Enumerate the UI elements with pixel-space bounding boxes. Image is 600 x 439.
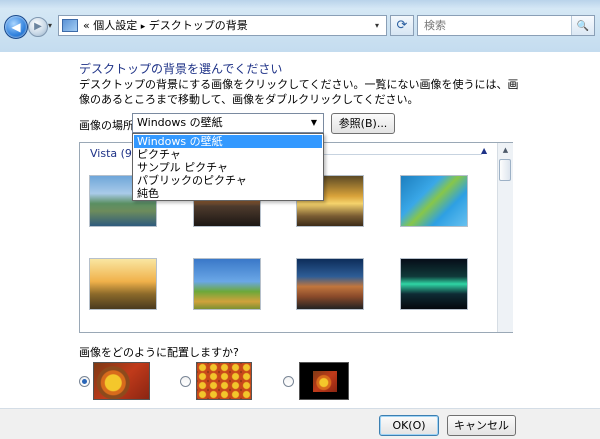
location-option-pictures[interactable]: ピクチャ bbox=[134, 148, 322, 161]
breadcrumb-personalize[interactable]: 個人設定 bbox=[93, 19, 137, 32]
location-label: 画像の場所 bbox=[79, 119, 134, 132]
position-center-radio[interactable] bbox=[283, 376, 294, 387]
position-label: 画像をどのように配置しますか? bbox=[79, 346, 239, 359]
location-select[interactable]: Windows の壁紙 ▼ bbox=[132, 113, 324, 133]
browse-button[interactable]: 参照(B)... bbox=[331, 113, 395, 134]
collapse-icon[interactable]: ▲ bbox=[481, 146, 487, 155]
cancel-button[interactable]: キャンセル bbox=[447, 415, 516, 436]
location-option-public-pictures[interactable]: パブリックのピクチャ bbox=[134, 174, 322, 187]
control-panel-icon bbox=[62, 19, 78, 32]
forward-button[interactable]: ▶ bbox=[28, 17, 48, 37]
recent-pages-dropdown[interactable]: ▾ bbox=[48, 19, 56, 33]
title-bar bbox=[0, 0, 600, 9]
breadcrumb-desktop-background[interactable]: デスクトップの背景 bbox=[149, 19, 248, 32]
refresh-button[interactable]: ⟳ bbox=[390, 15, 414, 36]
breadcrumb: « 個人設定 ▸ デスクトップの背景 bbox=[83, 18, 248, 35]
location-dropdown-list: Windows の壁紙 ピクチャ サンプル ピクチャ パブリックのピクチャ 純色 bbox=[132, 133, 324, 201]
radio-selected-dot bbox=[82, 379, 87, 384]
position-tile-preview[interactable] bbox=[196, 362, 252, 400]
scroll-up-icon[interactable]: ▲ bbox=[498, 143, 513, 158]
page-description: デスクトップの背景にする画像をクリックしてください。一覧にない画像を使うには、画… bbox=[79, 78, 519, 106]
wallpaper-thumbnail[interactable] bbox=[193, 258, 261, 310]
location-option-solid-colors[interactable]: 純色 bbox=[134, 187, 322, 200]
location-option-windows-wallpaper[interactable]: Windows の壁紙 bbox=[134, 135, 322, 148]
wallpaper-thumbnail[interactable] bbox=[296, 258, 364, 310]
search-box[interactable]: 検索 🔍 bbox=[417, 15, 595, 36]
refresh-icon: ⟳ bbox=[396, 18, 408, 33]
back-arrow-icon: ◀ bbox=[11, 20, 21, 34]
location-select-value: Windows の壁紙 bbox=[137, 116, 223, 129]
scroll-thumb[interactable] bbox=[499, 159, 511, 181]
ok-button[interactable]: OK(O) bbox=[379, 415, 439, 436]
breadcrumb-overflow[interactable]: « bbox=[83, 19, 90, 32]
search-input[interactable]: 検索 bbox=[424, 18, 446, 33]
gallery-scrollbar[interactable]: ▲ bbox=[497, 143, 513, 332]
wallpaper-thumbnail[interactable] bbox=[400, 175, 468, 227]
forward-arrow-icon: ▶ bbox=[34, 21, 42, 32]
position-tile-radio[interactable] bbox=[180, 376, 191, 387]
center-preview-image bbox=[313, 371, 337, 392]
gallery-group-label[interactable]: Vista (9) bbox=[90, 147, 136, 160]
search-button[interactable]: 🔍 bbox=[571, 16, 594, 35]
wallpaper-thumbnail[interactable] bbox=[400, 258, 468, 310]
address-bar[interactable]: « 個人設定 ▸ デスクトップの背景 ▾ bbox=[58, 15, 387, 36]
position-fit-radio[interactable] bbox=[79, 376, 90, 387]
chevron-down-icon[interactable]: ▼ bbox=[307, 115, 321, 131]
position-fit-preview[interactable] bbox=[93, 362, 150, 400]
wallpaper-thumbnail[interactable] bbox=[89, 258, 157, 310]
address-dropdown-icon[interactable]: ▾ bbox=[370, 18, 384, 33]
search-icon: 🔍 bbox=[576, 21, 590, 32]
page-title: デスクトップの背景を選んでください bbox=[79, 62, 283, 76]
back-button[interactable]: ◀ bbox=[4, 15, 28, 39]
breadcrumb-separator-icon[interactable]: ▸ bbox=[141, 22, 146, 32]
position-center-preview[interactable] bbox=[299, 362, 349, 400]
location-option-sample-pictures[interactable]: サンプル ピクチャ bbox=[134, 161, 322, 174]
